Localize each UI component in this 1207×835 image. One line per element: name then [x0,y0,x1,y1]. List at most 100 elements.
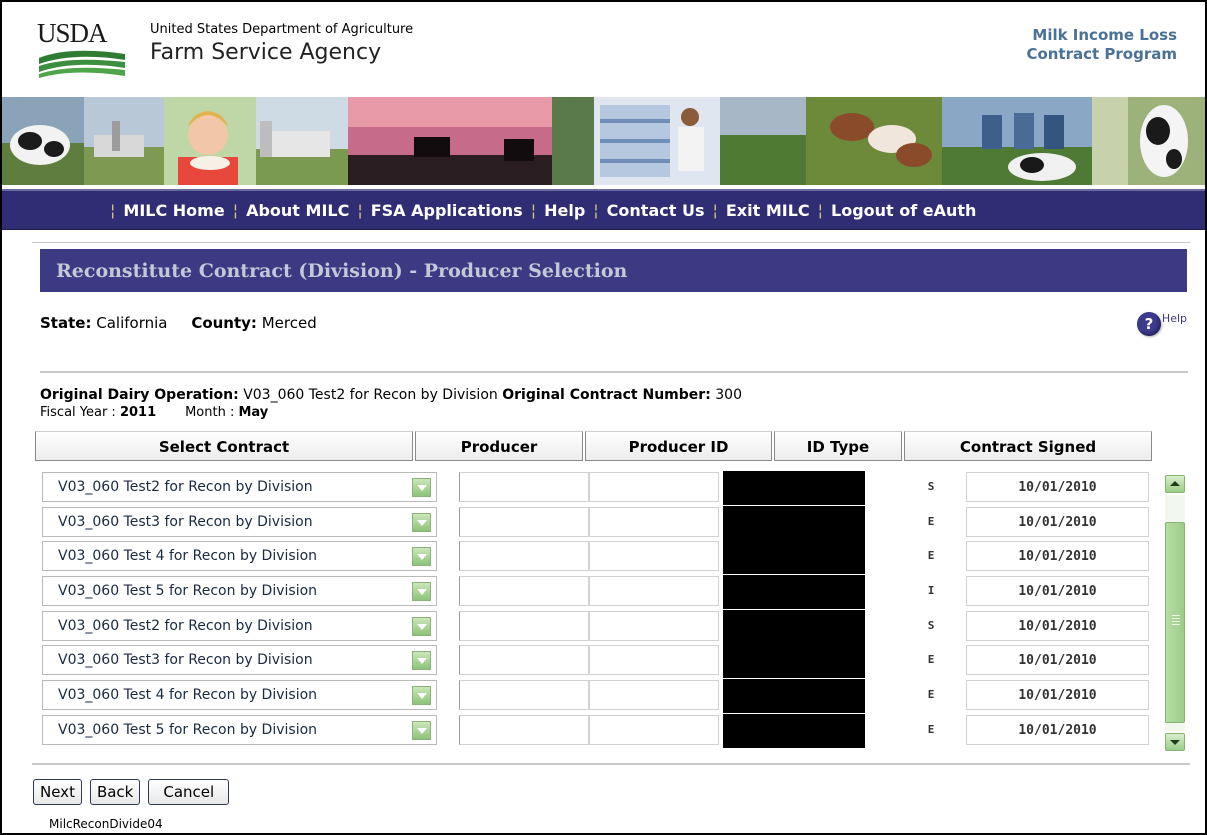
table-row: V03_060 Test 4 for Recon by Division E 1… [42,540,1154,574]
id-type-cell: E [897,541,965,571]
dropdown-arrow-icon[interactable] [412,651,431,670]
usda-logo-text: USDA [37,18,108,48]
dropdown-arrow-icon[interactable] [412,547,431,566]
redacted-block [723,644,865,678]
fiscal-year-line: Fiscal Year : 2011 Month : May [40,405,268,420]
nav-about-milc[interactable]: About MILC [242,201,353,220]
nav-separator: ¦ [530,200,537,220]
redacted-block [723,540,865,574]
agency-title: Farm Service Agency [150,40,382,65]
help-link[interactable]: ? Help [1136,312,1187,336]
table-row: V03_060 Test2 for Recon by Division S 10… [42,610,1154,644]
producer-cell [459,472,589,502]
nav-separator: ¦ [712,200,718,220]
column-header-contract-signed: Contract Signed [904,431,1152,461]
column-header-producer: Producer [415,431,583,461]
table-row: V03_060 Test3 for Recon by Division E 10… [42,644,1154,678]
help-label[interactable]: Help [1162,312,1187,325]
scroll-thumb[interactable] [1165,522,1185,723]
program-title-line1: Milk Income Loss [1032,26,1177,44]
contract-select[interactable]: V03_060 Test 4 for Recon by Division [42,541,437,571]
contract-select[interactable]: V03_060 Test3 for Recon by Division [42,507,437,537]
producer-cell [459,680,589,710]
nav-fsa-applications[interactable]: FSA Applications [367,201,527,220]
contract-signed-cell: 10/01/2010 [966,576,1149,606]
table-row: V03_060 Test2 for Recon by Division S 10… [42,471,1154,505]
department-title: United States Department of Agriculture [150,22,414,37]
table-row: V03_060 Test3 for Recon by Division E 10… [42,506,1154,540]
back-button[interactable]: Back [89,779,141,805]
redacted-block [723,679,865,713]
dropdown-arrow-icon[interactable] [412,513,431,532]
column-header-select-contract: Select Contract [35,431,413,461]
usda-logo[interactable]: USDA [37,18,127,78]
table-row: V03_060 Test 4 for Recon by Division E 1… [42,679,1154,713]
table-row: V03_060 Test 5 for Recon by Division I 1… [42,575,1154,609]
redacted-block [723,506,865,540]
help-icon[interactable]: ? [1136,312,1161,336]
contract-signed-cell: 10/01/2010 [966,680,1149,710]
contract-select[interactable]: V03_060 Test2 for Recon by Division [42,472,437,502]
nav-milc-home[interactable]: MILC Home [119,201,228,220]
id-type-cell: S [897,472,965,502]
photo-banner [2,97,1205,185]
month-label: Month : [185,405,235,420]
producer-id-cell [589,507,719,537]
table-header: Select Contract Producer Producer ID ID … [35,431,1154,463]
nav-separator: ¦ [110,200,116,220]
id-type-cell: E [897,680,965,710]
nav-help[interactable]: Help [540,201,589,220]
producer-cell [459,507,589,537]
dropdown-arrow-icon[interactable] [412,582,431,601]
contract-select-value: V03_060 Test 5 for Recon by Division [58,583,318,599]
original-operation-label: Original Dairy Operation: [40,387,239,403]
contract-signed-cell: 10/01/2010 [966,715,1149,745]
contract-select-value: V03_060 Test3 for Recon by Division [58,652,313,668]
contract-signed-cell: 10/01/2010 [966,541,1149,571]
next-button[interactable]: Next [33,779,82,805]
fiscal-year-label: Fiscal Year : [40,405,116,420]
nav-exit-milc[interactable]: Exit MILC [722,201,814,220]
nav-contact-us[interactable]: Contact Us [603,201,709,220]
nav-logout-eauth[interactable]: Logout of eAuth [827,201,980,220]
action-buttons: Next Back Cancel [33,779,237,805]
contract-select[interactable]: V03_060 Test 5 for Recon by Division [42,576,437,606]
redacted-block [723,610,865,644]
state-value: California [96,314,168,332]
contract-select-value: V03_060 Test 5 for Recon by Division [58,722,318,738]
county-label: County: [191,314,257,332]
redacted-block [723,714,865,748]
scroll-down-icon[interactable] [1165,733,1185,751]
id-type-cell: E [897,645,965,675]
location-line: State: California County: Merced [40,314,317,332]
contract-select[interactable]: V03_060 Test 4 for Recon by Division [42,680,437,710]
original-operation-value: V03_060 Test2 for Recon by Division [243,387,498,403]
cancel-button[interactable]: Cancel [148,779,230,805]
dropdown-arrow-icon[interactable] [412,686,431,705]
dropdown-arrow-icon[interactable] [412,478,431,497]
divider [40,371,1188,373]
dropdown-arrow-icon[interactable] [412,721,431,740]
contract-signed-cell: 10/01/2010 [966,507,1149,537]
dropdown-arrow-icon[interactable] [412,617,431,636]
nav-separator: ¦ [593,200,599,220]
nav-separator: ¦ [817,200,824,220]
contract-select[interactable]: V03_060 Test3 for Recon by Division [42,645,437,675]
usda-swoosh-icon [39,50,125,78]
id-type-cell: E [897,507,965,537]
nav-separator: ¦ [357,200,363,220]
producer-id-cell [589,611,719,641]
divider [32,242,1190,243]
id-type-cell: E [897,715,965,745]
contract-select[interactable]: V03_060 Test2 for Recon by Division [42,611,437,641]
original-operation-line: Original Dairy Operation: V03_060 Test2 … [40,387,742,403]
page-identifier: MilcReconDivide04 [49,817,163,831]
vertical-scrollbar[interactable] [1165,475,1186,752]
producer-cell [459,576,589,606]
column-header-producer-id: Producer ID [585,431,772,461]
contract-signed-cell: 10/01/2010 [966,472,1149,502]
table-row: V03_060 Test 5 for Recon by Division E 1… [42,714,1154,748]
producer-id-cell [589,715,719,745]
scroll-up-icon[interactable] [1165,475,1185,493]
contract-select[interactable]: V03_060 Test 5 for Recon by Division [42,715,437,745]
